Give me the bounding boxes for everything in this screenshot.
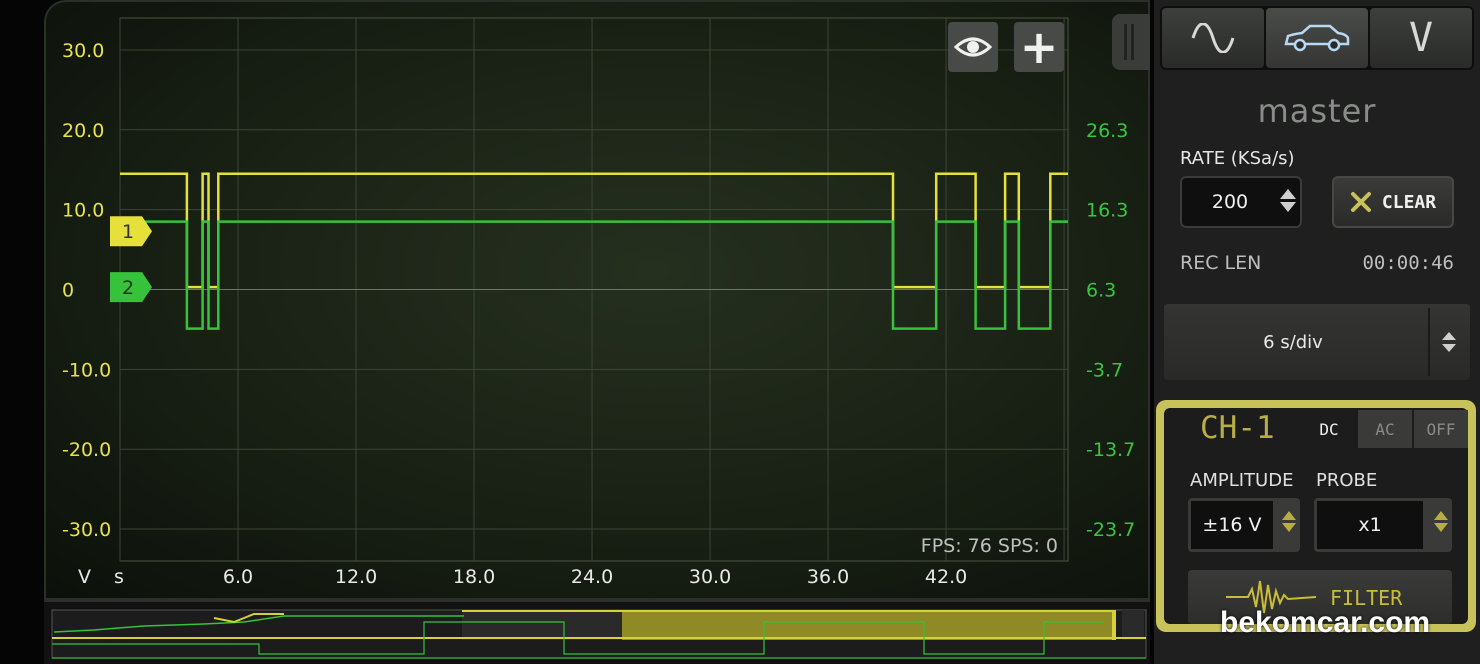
rate-label: RATE (KSa/s) bbox=[1180, 148, 1295, 169]
add-channel-button[interactable]: + bbox=[1014, 22, 1064, 72]
probe-label: PROBE bbox=[1316, 470, 1378, 491]
tab-automotive[interactable] bbox=[1266, 8, 1368, 68]
divider bbox=[1428, 308, 1430, 376]
x-tick-label: 30.0 bbox=[689, 566, 731, 588]
clear-button[interactable]: CLEAR bbox=[1332, 176, 1454, 228]
rate-value[interactable]: 200 bbox=[1182, 178, 1278, 226]
chevron-up-icon bbox=[1442, 332, 1456, 340]
clear-label: CLEAR bbox=[1381, 191, 1437, 213]
coupling-off-button[interactable]: OFF bbox=[1414, 410, 1468, 448]
y-axis-unit-label: V bbox=[78, 566, 91, 588]
scope-app: 30.0 20.0 10.0 0 -10.0 -20.0 -30.0 26.3 16.3 6.3 -… bbox=[0, 0, 1480, 664]
voltmeter-icon: V bbox=[1408, 15, 1434, 61]
coupling-ac-button[interactable]: AC bbox=[1358, 410, 1412, 448]
channel-settings: CH-1 DC AC OFF AMPLITUDE PROBE ±16 V x1 bbox=[1156, 400, 1476, 632]
increment-icon[interactable] bbox=[1282, 511, 1296, 520]
coupling-selector: DC AC OFF bbox=[1302, 410, 1468, 448]
y-left-tick-label: -30.0 bbox=[62, 519, 111, 541]
amplitude-value: ±16 V bbox=[1191, 501, 1273, 549]
amplitude-label: AMPLITUDE bbox=[1190, 470, 1294, 491]
rate-stepper[interactable]: 200 bbox=[1180, 176, 1302, 228]
y-left-tick-label: 20.0 bbox=[62, 120, 104, 142]
eye-icon bbox=[954, 37, 992, 57]
watermark: bekomcar.com bbox=[1220, 606, 1431, 639]
rate-stepper-arrows[interactable] bbox=[1280, 186, 1296, 220]
x-axis-unit-label: s bbox=[114, 566, 124, 588]
decrement-icon[interactable] bbox=[1434, 523, 1448, 532]
y-right-tick-label: 16.3 bbox=[1086, 200, 1128, 222]
y-right-tick-label: -13.7 bbox=[1086, 439, 1135, 461]
control-panel: V master RATE (KSa/s) 200 CLEAR REC LEN … bbox=[1154, 0, 1480, 664]
sine-wave-icon bbox=[1191, 23, 1235, 53]
y-right-tick-label: 6.3 bbox=[1086, 280, 1116, 302]
y-right-tick-label: 26.3 bbox=[1086, 120, 1128, 142]
car-icon bbox=[1284, 24, 1350, 52]
channel-title[interactable]: CH-1 bbox=[1200, 410, 1275, 446]
chevron-down-icon bbox=[1442, 344, 1456, 352]
y-left-tick-label: 10.0 bbox=[62, 200, 104, 222]
y-right-tick-label: -3.7 bbox=[1086, 359, 1123, 381]
plus-icon: + bbox=[1019, 20, 1059, 74]
x-tick-label: 6.0 bbox=[223, 566, 253, 588]
x-tick-label: 36.0 bbox=[807, 566, 849, 588]
series-line-ch1 bbox=[120, 172, 1068, 289]
trigger-mode-label: master bbox=[1257, 92, 1377, 130]
waveform-plot[interactable]: 30.0 20.0 10.0 0 -10.0 -20.0 -30.0 26.3 16.3 6.3 -… bbox=[0, 0, 1150, 600]
tab-oscilloscope[interactable] bbox=[1162, 8, 1264, 68]
overview-waveform bbox=[51, 609, 1147, 659]
mode-tabs: V bbox=[1160, 6, 1474, 70]
timebase-value: 6 s/div bbox=[1263, 331, 1323, 353]
y-left-tick-label: -10.0 bbox=[62, 359, 111, 381]
probe-arrows[interactable] bbox=[1434, 508, 1448, 542]
timebase-select[interactable]: 6 s/div bbox=[1164, 304, 1470, 380]
amplitude-arrows[interactable] bbox=[1282, 508, 1296, 542]
decrement-icon[interactable] bbox=[1282, 523, 1296, 532]
record-length-label: REC LEN bbox=[1180, 252, 1262, 274]
y-right-tick-label: -23.7 bbox=[1086, 519, 1135, 541]
grip-line bbox=[1131, 24, 1134, 60]
grip-line bbox=[1124, 24, 1127, 60]
eye-button[interactable] bbox=[948, 22, 998, 72]
record-overview-strip[interactable] bbox=[44, 600, 1150, 664]
y-left-tick-label: 30.0 bbox=[62, 40, 104, 62]
coupling-dc-button[interactable]: DC bbox=[1302, 410, 1356, 448]
increment-icon[interactable] bbox=[1280, 189, 1296, 199]
tab-voltmeter[interactable]: V bbox=[1370, 8, 1472, 68]
close-icon bbox=[1350, 192, 1371, 212]
decrement-icon[interactable] bbox=[1280, 202, 1296, 212]
record-length-value: 00:00:46 bbox=[1362, 252, 1454, 274]
x-tick-label: 12.0 bbox=[335, 566, 377, 588]
timebase-arrows[interactable] bbox=[1442, 332, 1456, 354]
probe-value: x1 bbox=[1317, 501, 1423, 549]
channel-settings-body: CH-1 DC AC OFF AMPLITUDE PROBE ±16 V x1 bbox=[1164, 408, 1468, 624]
channel-marker-label: 1 bbox=[122, 221, 134, 243]
probe-stepper[interactable]: x1 bbox=[1314, 498, 1452, 552]
x-tick-label: 42.0 bbox=[925, 566, 967, 588]
y-left-tick-label: 0 bbox=[62, 280, 74, 302]
series-line-ch2 bbox=[120, 220, 1068, 330]
amplitude-stepper[interactable]: ±16 V bbox=[1188, 498, 1300, 552]
channel-marker-label: 2 bbox=[122, 277, 134, 299]
x-tick-label: 24.0 bbox=[571, 566, 613, 588]
x-tick-label: 18.0 bbox=[453, 566, 495, 588]
increment-icon[interactable] bbox=[1434, 511, 1448, 520]
y-left-tick-label: -20.0 bbox=[62, 439, 111, 461]
panel-drag-handle[interactable] bbox=[1112, 14, 1150, 70]
fps-readout: FPS: 76 SPS: 0 bbox=[921, 535, 1058, 557]
